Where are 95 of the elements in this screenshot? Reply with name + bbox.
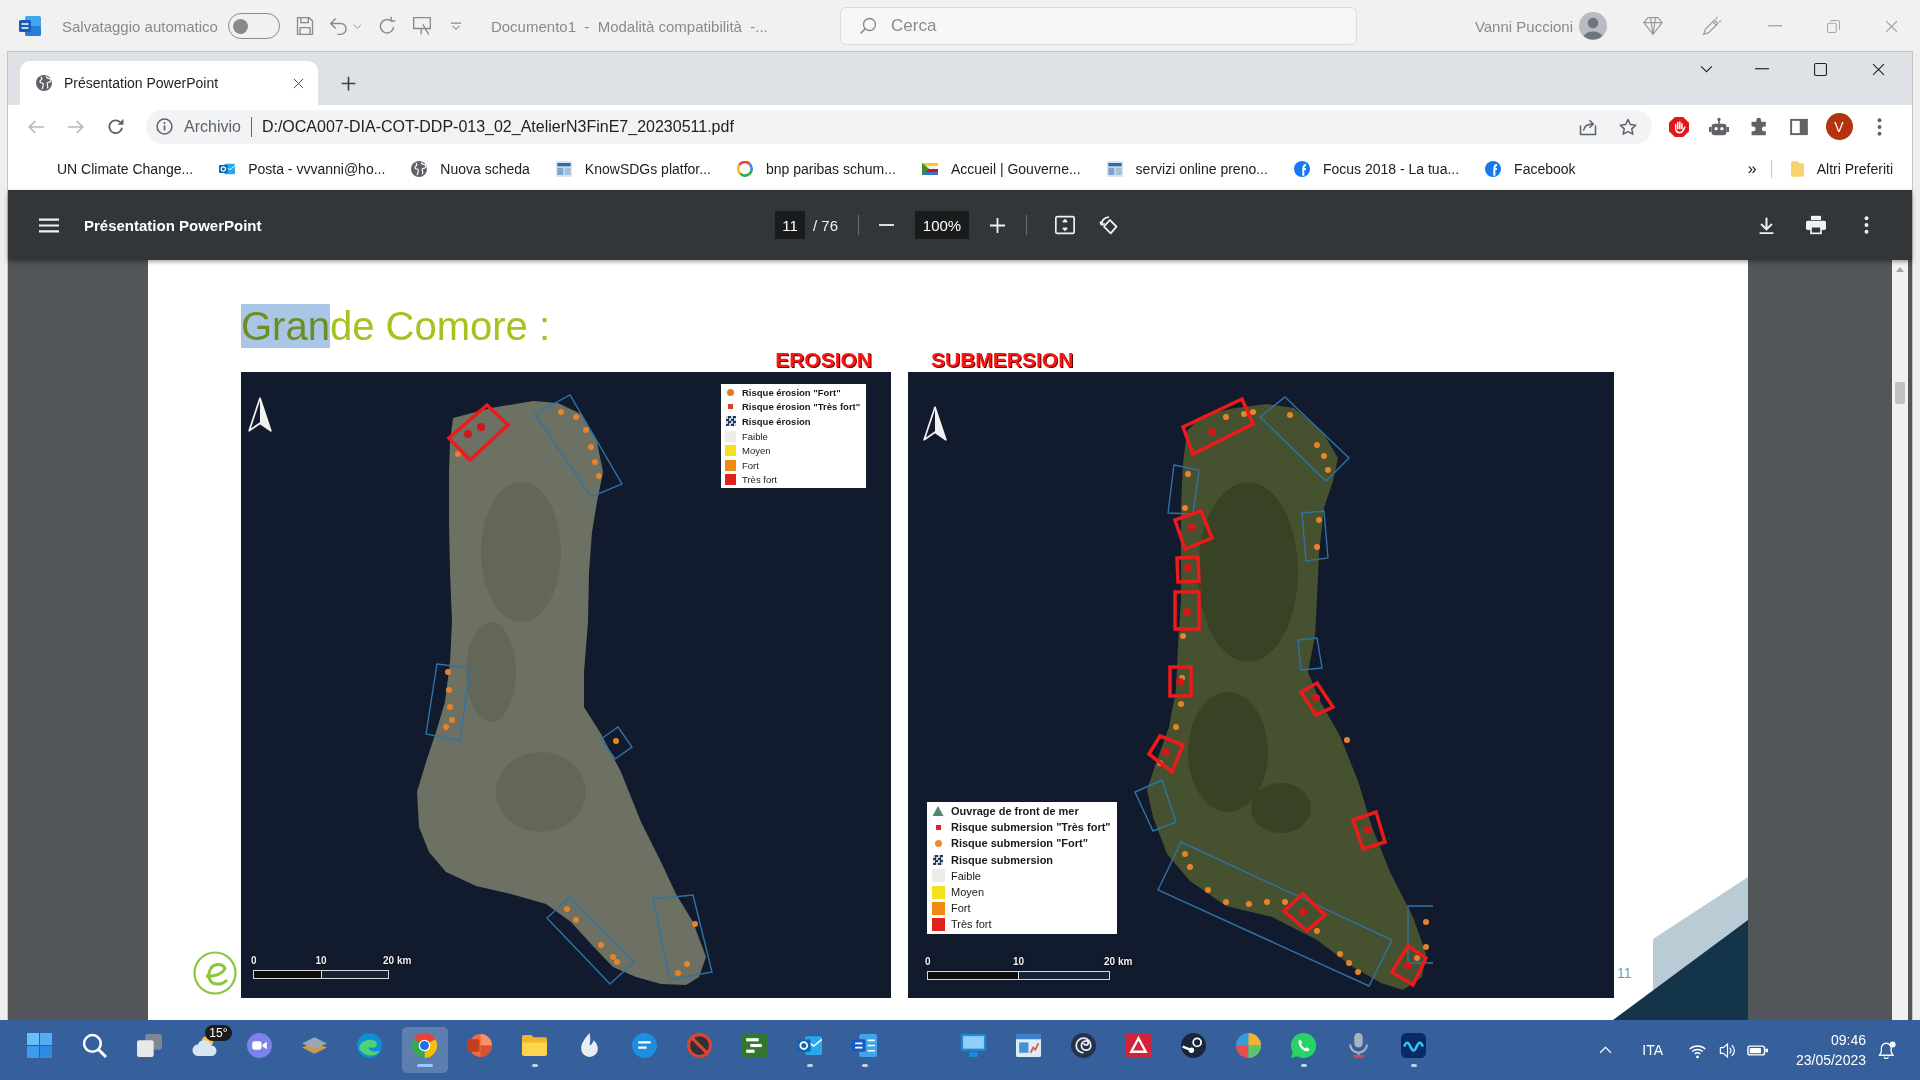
folder-icon [522, 1033, 547, 1058]
scale-label: 0 [925, 956, 931, 967]
browser-icon [412, 1033, 437, 1058]
pie-icon [467, 1033, 492, 1058]
profile-button[interactable]: V [1825, 113, 1853, 140]
undo-icon[interactable] [327, 15, 350, 37]
language-button[interactable]: ITA [1636, 1034, 1669, 1066]
legend-label: Faible [742, 430, 768, 442]
page-count: / 76 [813, 216, 839, 234]
info-icon[interactable] [156, 118, 173, 135]
document-title: Présentation PowerPoint [84, 216, 262, 234]
folder-icon [1790, 161, 1804, 177]
scale-label: 0 [251, 955, 257, 966]
legend-label: Moyen [951, 886, 985, 899]
legend-checker-icon [725, 416, 736, 427]
map-title: SUBMERSION [931, 348, 1074, 372]
circle-logo-icon [1293, 161, 1310, 177]
arc-ring-icon [736, 161, 753, 177]
legend-label: Très fort [951, 918, 992, 931]
start-icon [27, 1033, 52, 1058]
legend-label: Risque érosion "Fort" [742, 386, 841, 398]
legend-label: Fort [951, 902, 971, 915]
monitor-icon [961, 1033, 986, 1058]
flag-icon [921, 161, 938, 177]
site-thumbnail-icon [1106, 161, 1123, 177]
bookmark-item[interactable]: Facebook [1472, 155, 1589, 183]
avatar-icon[interactable] [1579, 12, 1607, 40]
bookmark-item[interactable]: UN Climate Change... [44, 155, 207, 183]
scale-label: 20 km [383, 955, 412, 966]
legend-label: Faible [951, 869, 981, 882]
triangle-tile-icon [1126, 1033, 1151, 1058]
video-camera-icon [247, 1033, 272, 1058]
other-bookmarks-button[interactable]: Altri Preferiti [1777, 155, 1906, 183]
globe-icon [36, 75, 52, 91]
customize-caret-icon[interactable] [448, 21, 463, 31]
search-icon [859, 17, 877, 35]
north-arrow-icon [247, 397, 273, 432]
bookmark-item[interactable]: KnowSDGs platfor... [542, 155, 724, 183]
wave-tile-icon [1401, 1033, 1426, 1058]
tab-title: Présentation PowerPoint [64, 75, 219, 91]
north-arrow-icon [922, 406, 948, 441]
task-bars-icon [742, 1033, 767, 1058]
legend-label: Risque submersion [951, 853, 1054, 866]
legend-label: Risque submersion "Fort" [951, 837, 1088, 850]
message-icon [632, 1033, 657, 1058]
legend-label: Risque érosion "Très fort" [742, 401, 861, 413]
microphone-icon [1346, 1033, 1371, 1058]
piston-icon [1181, 1033, 1206, 1058]
scrollbar[interactable] [1892, 260, 1908, 1020]
segmented-circle-icon [1236, 1033, 1261, 1058]
bookmark-item[interactable]: Posta - vvvanni@ho... [206, 155, 399, 183]
more-bookmarks-button[interactable]: » [1739, 155, 1765, 183]
bookmark-item[interactable]: bnp paribas schum... [723, 155, 909, 183]
autosave-label: Salvataggio automatico [62, 17, 218, 35]
legend-label: Moyen [742, 445, 771, 457]
file-scheme-label: Archivio [184, 117, 241, 136]
document-app-icon [18, 14, 42, 38]
page-number: 11 [1617, 965, 1632, 981]
bookmark-item[interactable]: Focus 2018 - La tua... [1280, 155, 1473, 183]
phone-bubble-icon [1291, 1033, 1316, 1058]
bookmark-item[interactable]: Accueil | Gouverne... [908, 155, 1094, 183]
present-icon[interactable] [410, 15, 433, 37]
legend-label: Fort [742, 459, 759, 471]
mail-icon [219, 161, 236, 177]
spiral-icon [1071, 1033, 1096, 1058]
bookmark-item[interactable]: servizi online preno... [1093, 155, 1281, 183]
globe-icon [411, 161, 428, 177]
legend-label: Très fort [742, 474, 777, 486]
scale-label: 10 [1012, 956, 1025, 967]
page-number-field[interactable]: 11 [775, 211, 805, 239]
legend-label: Risque submersion "Très fort" [951, 821, 1111, 834]
clock-button[interactable]: 09:46 23/05/2023 [1782, 1027, 1866, 1073]
address-bar[interactable]: Archivio D:/OCA007-DIA-COT-DDP-013_02_AtelierN3FinE7_20230511.pdf [146, 109, 1652, 144]
user-name: Vanni Puccioni [1474, 17, 1573, 35]
chart-window-icon [1016, 1033, 1041, 1058]
legend-label: Ouvrage de front de mer [951, 805, 1079, 818]
logo-icon [193, 951, 237, 995]
mail-icon [797, 1033, 822, 1058]
legend-label: Risque érosion [742, 416, 811, 427]
browser-tab[interactable]: Présentation PowerPoint [20, 61, 318, 105]
circle-logo-icon [1485, 161, 1502, 177]
document-icon [852, 1033, 877, 1058]
bookmark-item[interactable]: Nuova scheda [398, 155, 543, 183]
site-thumbnail-icon [555, 161, 572, 177]
slide-title: Grande Comore : [241, 304, 551, 348]
scale-label: 20 km [1104, 956, 1133, 967]
legend-checker-icon [933, 854, 943, 865]
url-text: D:/OCA007-DIA-COT-DDP-013_02_AtelierN3FinE7_20230511.pdf [261, 117, 734, 136]
scrollbar-thumb[interactable] [1895, 382, 1905, 404]
zoom-level-field[interactable]: 100% [915, 211, 970, 239]
scale-label: 10 [315, 955, 327, 966]
map-title: EROSION [775, 348, 872, 372]
prohibited-icon [687, 1033, 712, 1058]
swirl-icon [357, 1033, 382, 1058]
document-title: Documento1 - Modalità compatibilità -... [490, 17, 768, 35]
